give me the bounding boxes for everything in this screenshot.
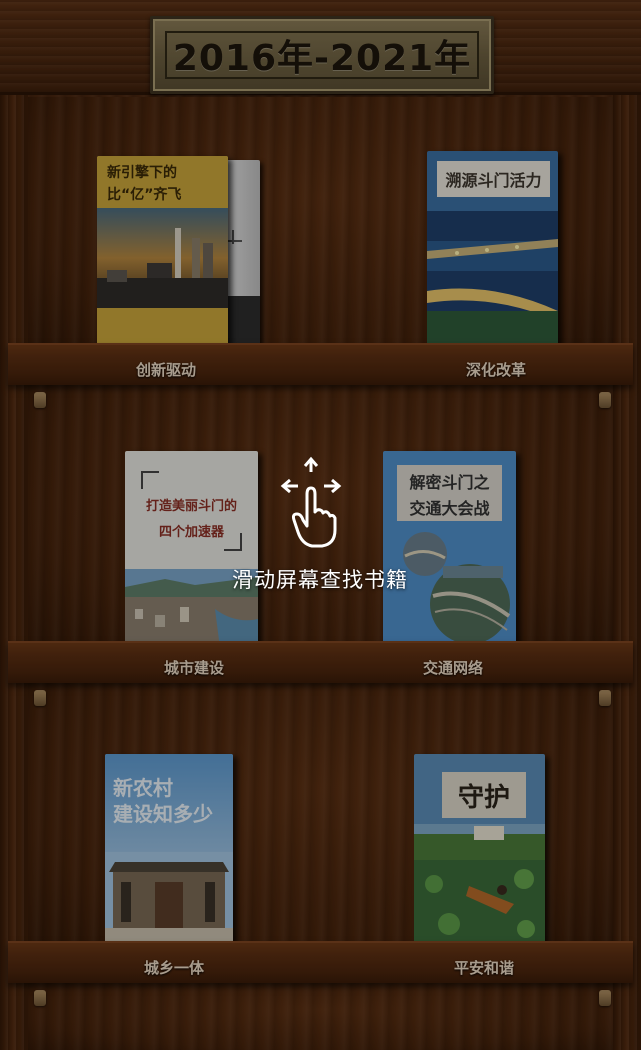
shelf-compartment-4 (28, 983, 613, 1050)
lotus-pond-boat-illustration (414, 824, 545, 948)
bridge-night-illustration (427, 211, 558, 348)
ancestral-hall-illustration (105, 852, 233, 946)
shelf-board-3: 城乡一体 平安和谐 (8, 941, 633, 983)
book-cover-title: 溯源斗门活力 (445, 171, 542, 190)
shelf-peg (599, 392, 611, 408)
shelf-label-transport[interactable]: 交通网络 (383, 657, 523, 678)
book-cover-title-line1: 新农村 (113, 776, 173, 800)
shelf-board-1: 创新驱动 深化改革 (8, 343, 633, 385)
book-peace-harmony[interactable]: 守护 (414, 754, 545, 948)
shelf-peg (34, 392, 46, 408)
swipe-hint-text: 滑动屏幕查找书籍 (232, 568, 408, 592)
left-post (0, 95, 28, 1050)
book-innovation[interactable]: 新引擎下的 比“亿”齐飞 (97, 156, 228, 350)
title-plaque: 2016年-2021年 (150, 16, 494, 94)
shelf-peg (34, 990, 46, 1006)
shelf-board-2: 城市建设 交通网络 (8, 641, 633, 683)
shelf-label-urban-rural[interactable]: 城乡一体 (104, 957, 244, 978)
shelf-label-reform[interactable]: 深化改革 (426, 359, 566, 380)
book-cover-title: 守护 (457, 782, 510, 813)
book-urban-rural[interactable]: 新农村 建设知多少 (105, 754, 233, 946)
book-cover-title-line2: 建设知多少 (113, 802, 213, 826)
page-title: 2016年-2021年 (172, 38, 472, 79)
shelf-peg (599, 990, 611, 1006)
shelf-label-innovation[interactable]: 创新驱动 (96, 359, 236, 380)
shelf-label-city-building[interactable]: 城市建设 (124, 657, 264, 678)
book-cover-title-line1: 新引擎下的 (107, 165, 177, 181)
swipe-hand-icon (280, 456, 342, 548)
right-post (613, 95, 641, 1050)
title-plaque-inner: 2016年-2021年 (165, 31, 479, 79)
city-photo-illustration (97, 208, 228, 308)
header-board: 2016年-2021年 (0, 0, 641, 95)
shelf-peg (34, 690, 46, 706)
shelf-peg (599, 690, 611, 706)
shelf-label-peace-harmony[interactable]: 平安和谐 (414, 957, 554, 978)
swipe-hint: 滑动屏幕查找书籍 (200, 452, 440, 602)
book-cover-title-line2: 比“亿”齐飞 (107, 187, 182, 203)
book-reform[interactable]: 溯源斗门活力 (427, 151, 558, 348)
